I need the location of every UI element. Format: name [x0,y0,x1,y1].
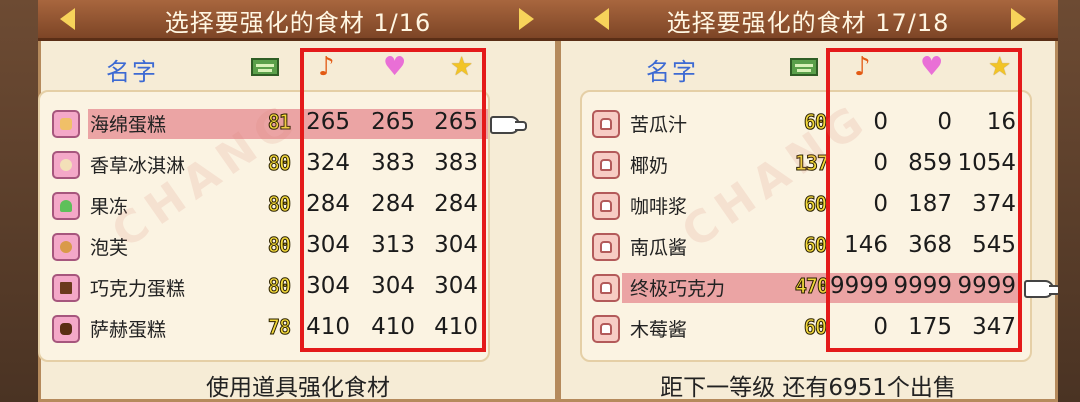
level-column-icon [790,58,818,76]
left-panel: 选择要强化的食材 1/16 名字 ♪ ♥ ★ 海绵蛋糕 81 265 265 2… [38,0,558,402]
jelly-icon [52,192,80,220]
cream-puff-icon [52,233,80,261]
jar-icon [592,110,620,138]
item-level: 60 [803,192,827,217]
item-name: 咖啡浆 [630,196,688,218]
item-level: 137 [794,151,829,176]
item-name: 木莓酱 [630,319,688,341]
jar-icon [592,151,620,179]
item-name: 巧克力蛋糕 [90,278,186,300]
title-bar: 选择要强化的食材 1/16 [38,0,558,41]
item-name: 萨赫蛋糕 [90,319,167,341]
item-level: 60 [803,233,827,258]
item-level: 470 [794,274,829,299]
level-column-icon [251,58,279,76]
item-name: 果冻 [90,196,129,218]
jar-icon [592,233,620,261]
panel-title: 选择要强化的食材 17/18 [666,9,950,37]
item-level: 80 [267,274,291,299]
sponge-cake-icon [52,110,80,138]
item-name: 苦瓜汁 [630,114,688,136]
selection-pointer-hand-icon [1024,280,1058,298]
item-name: 海绵蛋糕 [90,114,167,136]
jar-icon [592,315,620,343]
item-level: 81 [267,110,291,135]
next-page-arrow-icon[interactable] [519,8,534,30]
item-name: 南瓜酱 [630,237,688,259]
next-page-arrow-icon[interactable] [1011,8,1026,30]
title-bar: 选择要强化的食材 17/18 [558,0,1058,41]
item-level: 60 [803,110,827,135]
item-name: 椰奶 [630,155,669,177]
item-level: 60 [803,315,827,340]
selection-pointer-hand-icon [490,116,527,134]
item-name: 泡芙 [90,237,129,259]
annotation-highlight-box [826,48,1022,352]
column-header-name: 名字 [106,58,158,86]
jar-icon [592,274,620,302]
chocolate-cake-icon [52,274,80,302]
item-name: 终极巧克力 [630,278,726,300]
panel-title: 选择要强化的食材 1/16 [164,9,432,37]
item-level: 80 [267,151,291,176]
right-panel: 选择要强化的食材 17/18 名字 ♪ ♥ ★ 苦瓜汁 60 0 0 16 椰奶… [558,0,1058,402]
item-level: 80 [267,233,291,258]
annotation-highlight-box [300,48,486,352]
footer-message: 距下一等级 还有6951个出售 [660,375,956,401]
jar-icon [592,192,620,220]
vanilla-ice-cream-icon [52,151,80,179]
footer-message: 使用道具强化食材 [206,375,390,401]
item-level: 78 [267,315,291,340]
sacher-torte-icon [52,315,80,343]
column-header-name: 名字 [646,58,698,86]
item-name: 香草冰淇淋 [90,155,186,177]
item-level: 80 [267,192,291,217]
